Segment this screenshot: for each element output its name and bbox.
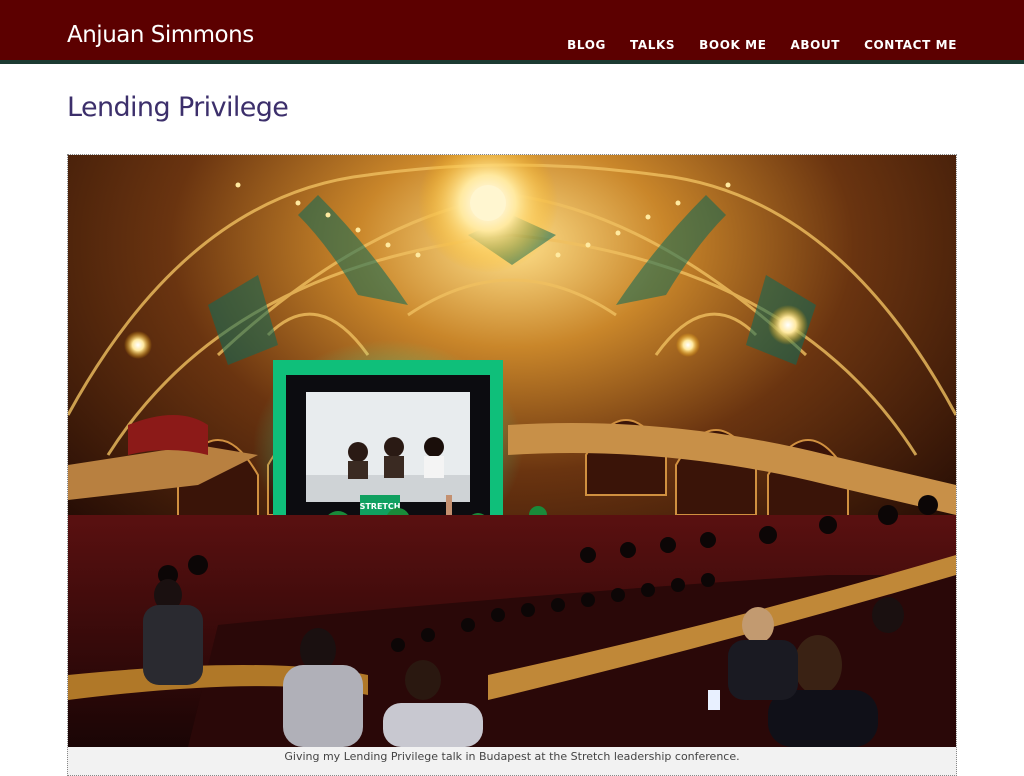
box-seat-left (128, 415, 208, 455)
theater-illustration: STRETCH (68, 155, 956, 747)
nav-item-talks: TALKS (630, 34, 675, 53)
nav-item-book-me: BOOK ME (699, 34, 766, 53)
page-title: Lending Privilege (67, 92, 289, 123)
nav-item-contact-me: CONTACT ME (864, 34, 957, 53)
site-title-link[interactable]: Anjuan Simmons (67, 24, 254, 47)
nav-item-blog: BLOG (567, 34, 606, 53)
site-header: Anjuan Simmons BLOG TALKS BOOK ME ABOUT … (0, 0, 1024, 64)
wall-lamp (676, 333, 700, 357)
post-figure: STRETCH Giving my Lending Privilege talk… (67, 154, 957, 776)
nav-link-book-me[interactable]: BOOK ME (699, 38, 766, 52)
nav-link-talks[interactable]: TALKS (630, 38, 675, 52)
theater-photo: STRETCH (68, 155, 956, 747)
nav-link-about[interactable]: ABOUT (791, 38, 841, 52)
wall-lamp (124, 331, 152, 359)
nav-link-contact-me[interactable]: CONTACT ME (864, 38, 957, 52)
chandelier (470, 185, 506, 221)
image-caption: Giving my Lending Privilege talk in Buda… (284, 750, 740, 763)
nav-list: BLOG TALKS BOOK ME ABOUT CONTACT ME (567, 34, 957, 53)
wall-lamp (768, 305, 808, 345)
nav-link-blog[interactable]: BLOG (567, 38, 606, 52)
nav-item-about: ABOUT (791, 34, 841, 53)
phone-screen (708, 690, 720, 710)
